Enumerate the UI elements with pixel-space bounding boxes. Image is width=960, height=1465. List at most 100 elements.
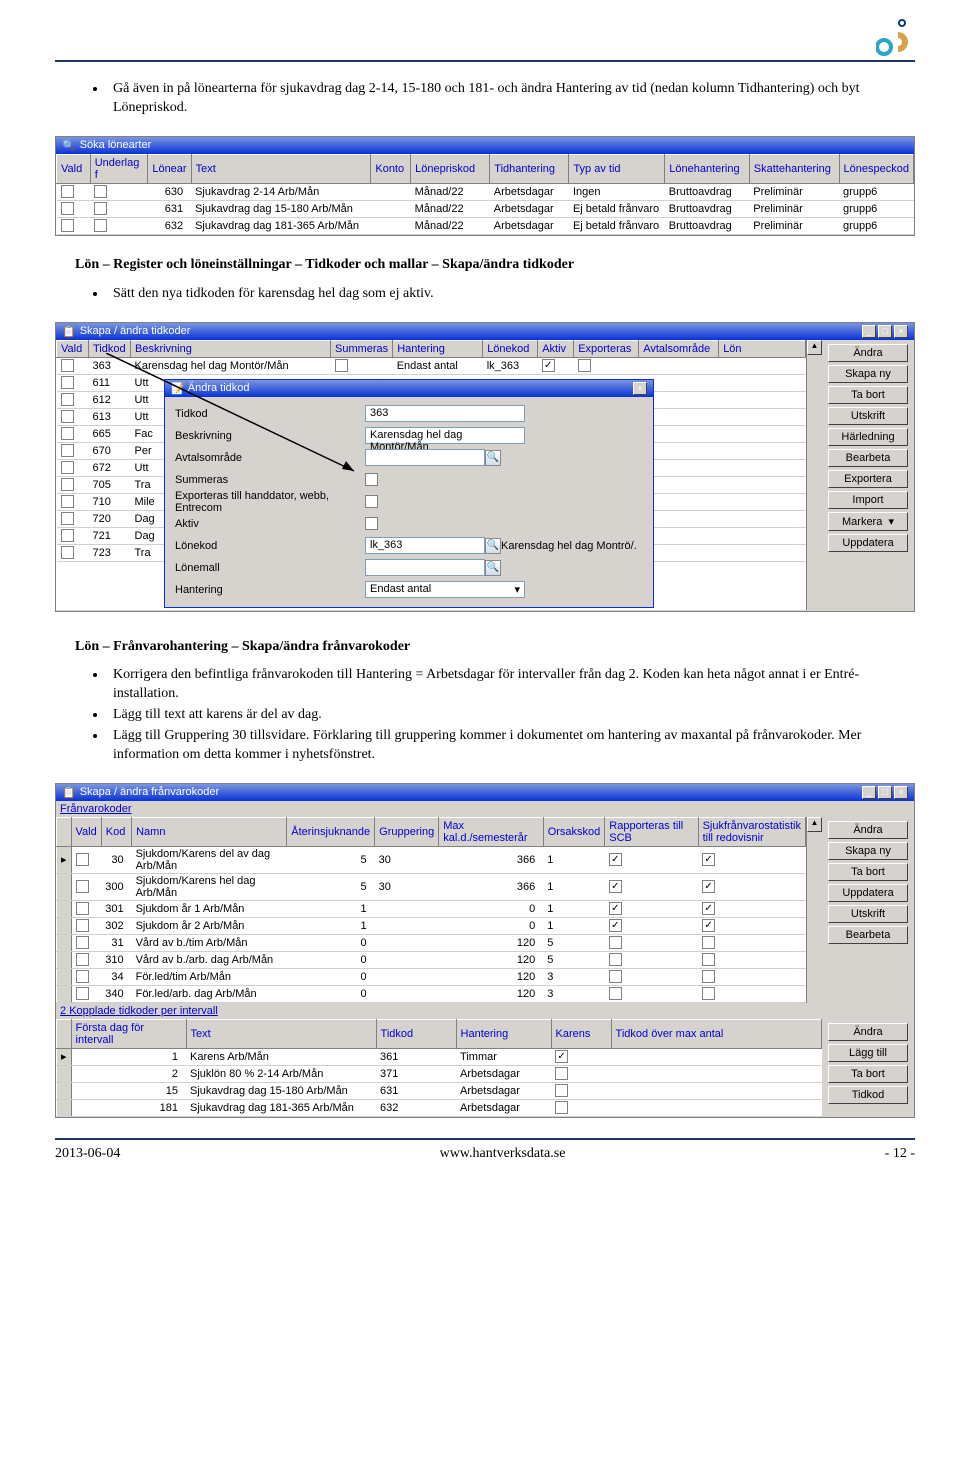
checkbox[interactable]: [61, 376, 74, 389]
table-row[interactable]: 300Sjukdom/Karens hel dag Arb/Mån5303661…: [57, 873, 806, 900]
tidkod-input[interactable]: 363: [365, 405, 525, 422]
ändra-button[interactable]: Ändra: [828, 344, 908, 362]
checkbox[interactable]: [61, 495, 74, 508]
checkbox[interactable]: [61, 185, 74, 198]
close-icon[interactable]: ×: [894, 786, 908, 799]
checkbox[interactable]: [76, 953, 89, 966]
härledning-button[interactable]: Härledning: [828, 428, 908, 446]
tidkod-button[interactable]: Tidkod: [828, 1086, 908, 1104]
skapa-ny-button[interactable]: Skapa ny: [828, 842, 908, 860]
checkbox[interactable]: [555, 1084, 568, 1097]
ta-bort-button[interactable]: Ta bort: [828, 863, 908, 881]
minimize-icon[interactable]: _: [862, 786, 876, 799]
lönekod-input[interactable]: lk_363: [365, 537, 485, 554]
checkbox[interactable]: ✓: [702, 902, 715, 915]
checkbox[interactable]: [609, 953, 622, 966]
lägg-till-button[interactable]: Lägg till: [828, 1044, 908, 1062]
checkbox[interactable]: [702, 987, 715, 1000]
utskrift-button[interactable]: Utskrift: [828, 905, 908, 923]
close-icon[interactable]: ×: [894, 325, 908, 338]
checkbox[interactable]: [61, 359, 74, 372]
ta-bort-button[interactable]: Ta bort: [828, 1065, 908, 1083]
checkbox[interactable]: ✓: [609, 880, 622, 893]
table-row[interactable]: 310Vård av b./arb. dag Arb/Mån01205: [57, 951, 806, 968]
scrollbar[interactable]: ▲: [806, 340, 822, 610]
table-row[interactable]: 631Sjukavdrag dag 15-180 Arb/MånMånad/22…: [57, 200, 914, 217]
uppdatera-button[interactable]: Uppdatera: [828, 534, 908, 552]
scrollbar[interactable]: ▲: [806, 817, 822, 1003]
exportera-button[interactable]: Exportera: [828, 470, 908, 488]
section-link-1[interactable]: Frånvarokoder: [56, 801, 136, 817]
ta-bort-button[interactable]: Ta bort: [828, 386, 908, 404]
checkbox[interactable]: [76, 919, 89, 932]
checkbox[interactable]: [61, 444, 74, 457]
maximize-icon[interactable]: □: [878, 786, 892, 799]
checkbox[interactable]: [94, 219, 107, 232]
checkbox[interactable]: [61, 512, 74, 525]
table-row[interactable]: 15Sjukavdrag dag 15-180 Arb/Mån631Arbets…: [57, 1082, 822, 1099]
checkbox[interactable]: [61, 461, 74, 474]
search-icon[interactable]: 🔍: [485, 538, 501, 554]
checkbox[interactable]: ✓: [702, 919, 715, 932]
aktiv-checkbox[interactable]: [365, 517, 378, 530]
table-row[interactable]: 181Sjukavdrag dag 181-365 Arb/Mån632Arbe…: [57, 1099, 822, 1116]
checkbox[interactable]: [702, 970, 715, 983]
checkbox[interactable]: [61, 202, 74, 215]
checkbox[interactable]: [702, 953, 715, 966]
table-row[interactable]: ▸30Sjukdom/Karens del av dag Arb/Mån5303…: [57, 846, 806, 873]
checkbox[interactable]: [609, 936, 622, 949]
checkbox[interactable]: [76, 936, 89, 949]
checkbox[interactable]: ✓: [702, 880, 715, 893]
close-icon[interactable]: ×: [633, 382, 647, 395]
checkbox[interactable]: [61, 219, 74, 232]
table-row[interactable]: 340För.led/arb. dag Arb/Mån01203: [57, 985, 806, 1002]
checkbox[interactable]: [76, 880, 89, 893]
exporteras till handdator, webb, entrecom-checkbox[interactable]: [365, 495, 378, 508]
checkbox[interactable]: [61, 427, 74, 440]
import-button[interactable]: Import: [828, 491, 908, 509]
table-row[interactable]: 302Sjukdom år 2 Arb/Mån101✓✓: [57, 917, 806, 934]
checkbox[interactable]: [578, 359, 591, 372]
checkbox[interactable]: [94, 185, 107, 198]
search-icon[interactable]: 🔍: [485, 560, 501, 576]
section-link-2[interactable]: 2 Kopplade tidkoder per intervall: [56, 1003, 222, 1019]
checkbox[interactable]: [76, 970, 89, 983]
checkbox[interactable]: [76, 987, 89, 1000]
checkbox[interactable]: ✓: [609, 853, 622, 866]
table-row[interactable]: 2Sjuklön 80 % 2-14 Arb/Mån371Arbetsdagar: [57, 1065, 822, 1082]
maximize-icon[interactable]: □: [878, 325, 892, 338]
checkbox[interactable]: [609, 987, 622, 1000]
checkbox[interactable]: [609, 970, 622, 983]
checkbox[interactable]: [76, 902, 89, 915]
checkbox[interactable]: [702, 936, 715, 949]
skapa-ny-button[interactable]: Skapa ny: [828, 365, 908, 383]
utskrift-button[interactable]: Utskrift: [828, 407, 908, 425]
checkbox[interactable]: [61, 410, 74, 423]
bearbeta-button[interactable]: Bearbeta: [828, 926, 908, 944]
minimize-icon[interactable]: _: [862, 325, 876, 338]
bearbeta-button[interactable]: Bearbeta: [828, 449, 908, 467]
table-row[interactable]: 630Sjukavdrag 2-14 Arb/MånMånad/22Arbets…: [57, 183, 914, 200]
checkbox[interactable]: ✓: [702, 853, 715, 866]
hantering-select[interactable]: Endast antal ▾: [365, 581, 525, 598]
table-row[interactable]: 632Sjukavdrag dag 181-365 Arb/MånMånad/2…: [57, 217, 914, 234]
checkbox[interactable]: ✓: [609, 902, 622, 915]
avtalsområde-input[interactable]: [365, 449, 485, 466]
checkbox[interactable]: [94, 202, 107, 215]
checkbox[interactable]: ✓: [542, 359, 555, 372]
checkbox[interactable]: [61, 393, 74, 406]
table-row[interactable]: 34För.led/tim Arb/Mån01203: [57, 968, 806, 985]
checkbox[interactable]: [555, 1067, 568, 1080]
checkbox[interactable]: [555, 1101, 568, 1114]
checkbox[interactable]: ✓: [609, 919, 622, 932]
checkbox[interactable]: [61, 529, 74, 542]
checkbox[interactable]: ✓: [555, 1050, 568, 1063]
search-icon[interactable]: 🔍: [485, 450, 501, 466]
checkbox[interactable]: [76, 853, 89, 866]
ändra-button[interactable]: Ändra: [828, 821, 908, 839]
uppdatera-button[interactable]: Uppdatera: [828, 884, 908, 902]
checkbox[interactable]: [61, 546, 74, 559]
summeras-checkbox[interactable]: [365, 473, 378, 486]
table-row[interactable]: 31Vård av b./tim Arb/Mån01205: [57, 934, 806, 951]
markera-button[interactable]: Markera ▾: [828, 512, 908, 531]
